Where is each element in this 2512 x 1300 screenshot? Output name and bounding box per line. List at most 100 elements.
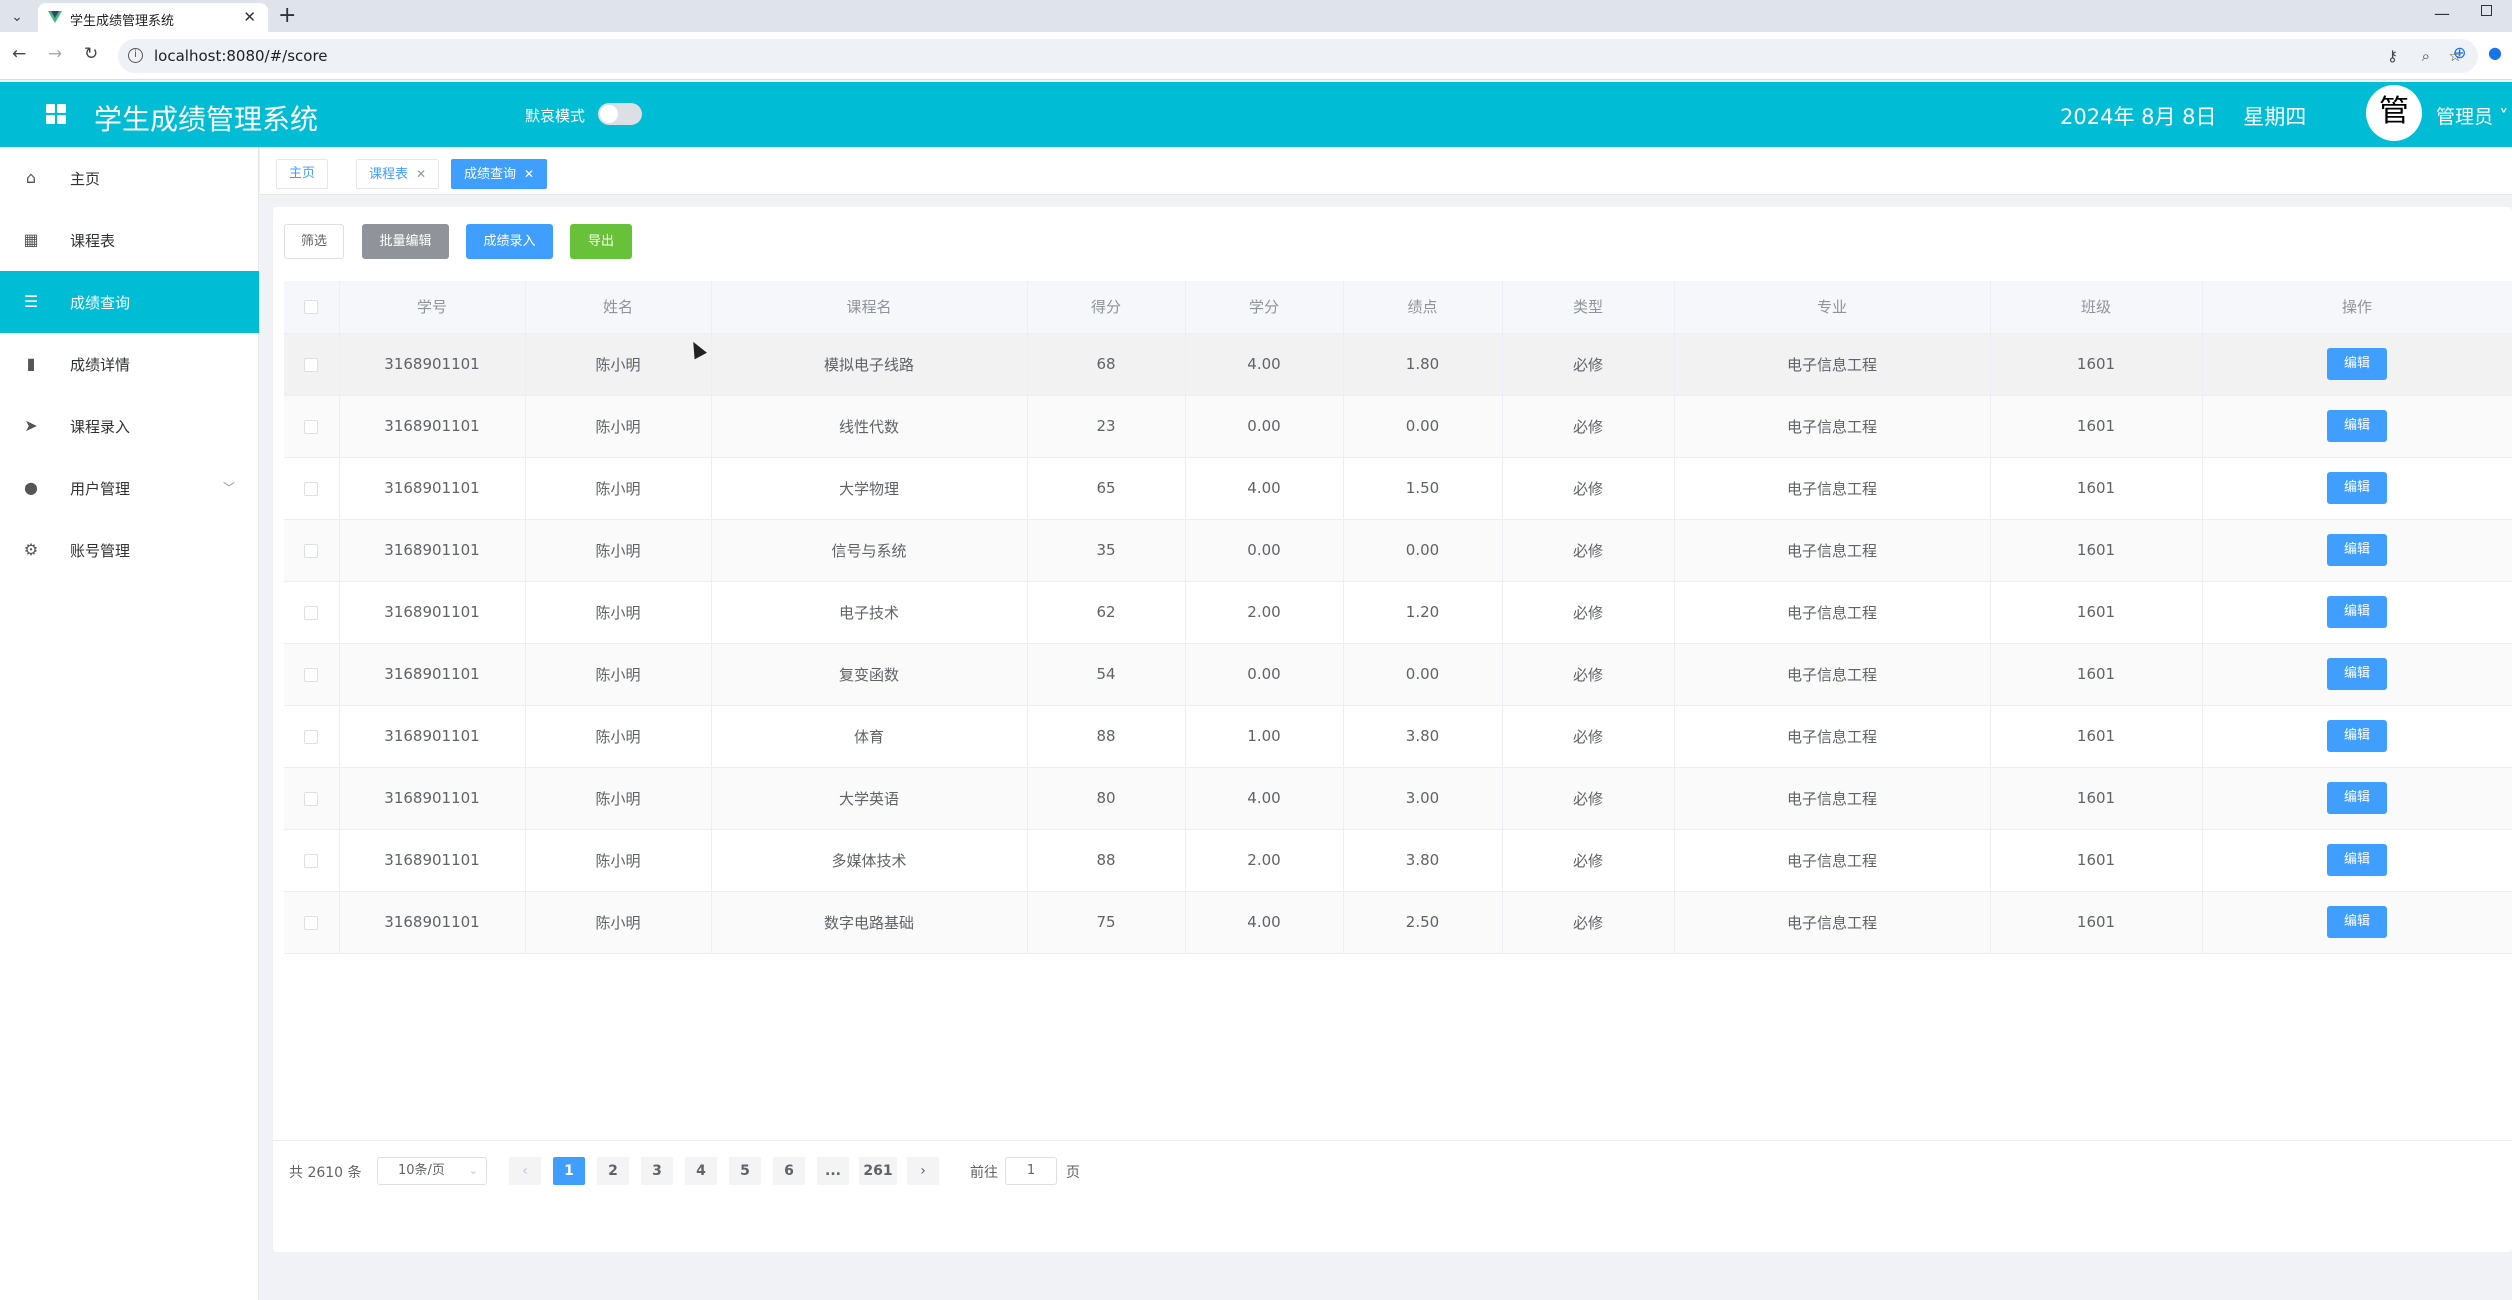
profile-icon[interactable]: ● — [2488, 43, 2502, 62]
row-checkbox[interactable] — [304, 357, 319, 372]
page-button[interactable]: 5 — [729, 1157, 761, 1185]
edit-button[interactable]: 编辑 — [2327, 472, 2387, 504]
close-icon[interactable]: ✕ — [416, 167, 426, 181]
row-checkbox[interactable] — [304, 543, 319, 558]
dark-mode-switch[interactable] — [598, 103, 642, 125]
batch-edit-button[interactable]: 批量编辑 — [362, 224, 449, 259]
sidebar-item-user-management[interactable]: ● 用户管理 ﹀ — [0, 457, 259, 519]
row-checkbox[interactable] — [304, 853, 319, 868]
page-button[interactable]: 4 — [685, 1157, 717, 1185]
column-header[interactable]: 姓名 — [525, 281, 712, 334]
page-button[interactable]: 1 — [553, 1157, 585, 1185]
sidebar-item-account-management[interactable]: ⚙ 账号管理 — [0, 519, 259, 581]
close-icon[interactable]: ✕ — [524, 167, 534, 181]
row-select-cell — [284, 395, 340, 458]
pagination: 共 2610 条 10条/页 ⌄ ‹ 1 2 3 4 5 6 ... 261 › … — [273, 1155, 1173, 1187]
cell-score: 54 — [1027, 643, 1186, 706]
edit-button[interactable]: 编辑 — [2327, 534, 2387, 566]
forward-icon[interactable]: → — [48, 44, 62, 64]
edit-button[interactable]: 编辑 — [2327, 720, 2387, 752]
download-icon[interactable]: ⊕ — [2453, 43, 2466, 62]
tag-home[interactable]: 主页 — [276, 159, 329, 189]
row-checkbox[interactable] — [304, 481, 319, 496]
cell-name: 陈小明 — [525, 395, 712, 458]
column-header[interactable]: 得分 — [1027, 281, 1186, 334]
score-table: 学号 姓名 课程名 得分 学分 绩点 类型 专业 班级 操作 316890110… — [284, 281, 2512, 954]
page-button[interactable]: 6 — [773, 1157, 805, 1185]
select-all-checkbox[interactable] — [304, 300, 319, 315]
edit-button[interactable]: 编辑 — [2327, 410, 2387, 442]
edit-button[interactable]: 编辑 — [2327, 348, 2387, 380]
user-icon: ● — [24, 478, 38, 497]
table-row: 3168901101 陈小明 体育 88 1.00 3.80 必修 电子信息工程 1601 编辑 — [284, 705, 2512, 768]
zoom-icon[interactable]: ⌕ — [2422, 47, 2430, 65]
cell-score: 75 — [1027, 891, 1186, 954]
score-entry-button[interactable]: 成绩录入 — [466, 224, 553, 259]
goto-page-input[interactable]: 1 — [1005, 1157, 1057, 1185]
row-checkbox[interactable] — [304, 667, 319, 682]
cell-score: 65 — [1027, 457, 1186, 520]
cell-name: 陈小明 — [525, 333, 712, 396]
page-button[interactable]: 2 — [597, 1157, 629, 1185]
back-icon[interactable]: ← — [12, 44, 26, 64]
cell-gpa: 3.80 — [1343, 705, 1503, 768]
minimize-icon[interactable]: — — [2434, 4, 2450, 23]
url-text[interactable]: localhost:8080/#/score — [154, 47, 328, 65]
page-button[interactable]: 3 — [641, 1157, 673, 1185]
restore-icon[interactable] — [2481, 5, 2492, 16]
column-header[interactable]: 班级 — [1990, 281, 2203, 334]
page-button[interactable]: 261 — [859, 1157, 897, 1185]
password-key-icon[interactable]: ⚷ — [2387, 47, 2398, 65]
sidebar-item-course-entry[interactable]: ➤ 课程录入 — [0, 395, 259, 457]
next-page-button[interactable]: › — [907, 1157, 939, 1185]
row-checkbox[interactable] — [304, 419, 319, 434]
select-all-cell — [284, 281, 340, 334]
menu-toggle-icon[interactable] — [46, 104, 66, 124]
column-header[interactable]: 课程名 — [711, 281, 1028, 334]
column-header[interactable]: 学分 — [1185, 281, 1344, 334]
address-bar[interactable]: i localhost:8080/#/score ⚷ ⌕ ☆ — [118, 39, 2478, 73]
cell-major: 电子信息工程 — [1674, 767, 1991, 830]
row-checkbox[interactable] — [304, 605, 319, 620]
site-info-icon[interactable]: i — [128, 48, 143, 63]
edit-button[interactable]: 编辑 — [2327, 906, 2387, 938]
tag-timetable[interactable]: 课程表 ✕ — [356, 159, 440, 189]
edit-button[interactable]: 编辑 — [2327, 596, 2387, 628]
row-checkbox[interactable] — [304, 791, 319, 806]
user-menu[interactable]: 管理员 ˅ — [2436, 102, 2509, 129]
row-select-cell — [284, 519, 340, 582]
browser-tab[interactable]: 学生成绩管理系统 ✕ — [38, 3, 268, 32]
sidebar-item-score-query[interactable]: ☰ 成绩查询 — [0, 271, 259, 333]
edit-button[interactable]: 编辑 — [2327, 658, 2387, 690]
cell-class: 1601 — [1990, 705, 2203, 768]
tab-search-icon[interactable]: ⌄ — [6, 6, 28, 28]
row-checkbox[interactable] — [304, 729, 319, 744]
edit-button[interactable]: 编辑 — [2327, 782, 2387, 814]
prev-page-button[interactable]: ‹ — [509, 1157, 541, 1185]
export-button[interactable]: 导出 — [570, 224, 632, 259]
more-pages-button[interactable]: ... — [817, 1157, 849, 1185]
avatar[interactable]: 管 — [2366, 85, 2422, 141]
column-header[interactable]: 专业 — [1674, 281, 1991, 334]
column-header[interactable]: 绩点 — [1343, 281, 1503, 334]
reload-icon[interactable]: ↻ — [84, 44, 98, 64]
new-tab-icon[interactable]: + — [278, 3, 296, 28]
page-size-select[interactable]: 10条/页 ⌄ — [377, 1157, 487, 1185]
edit-button[interactable]: 编辑 — [2327, 844, 2387, 876]
cell-credit: 4.00 — [1185, 333, 1344, 396]
tag-score-query[interactable]: 成绩查询 ✕ — [451, 159, 548, 189]
cell-gpa: 0.00 — [1343, 395, 1503, 458]
column-header[interactable]: 类型 — [1502, 281, 1675, 334]
column-header[interactable]: 学号 — [339, 281, 526, 334]
row-checkbox[interactable] — [304, 915, 319, 930]
row-select-cell — [284, 829, 340, 892]
cell-gpa: 1.80 — [1343, 333, 1503, 396]
cell-class: 1601 — [1990, 457, 2203, 520]
sidebar-item-timetable[interactable]: ▦ 课程表 — [0, 209, 259, 271]
close-tab-icon[interactable]: ✕ — [243, 8, 256, 26]
cell-actions: 编辑 — [2202, 333, 2512, 396]
sidebar-item-home[interactable]: ⌂ 主页 — [0, 147, 259, 209]
sidebar-item-score-detail[interactable]: ▮ 成绩详情 — [0, 333, 259, 395]
filter-button[interactable]: 筛选 — [284, 224, 344, 259]
cell-actions: 编辑 — [2202, 581, 2512, 644]
